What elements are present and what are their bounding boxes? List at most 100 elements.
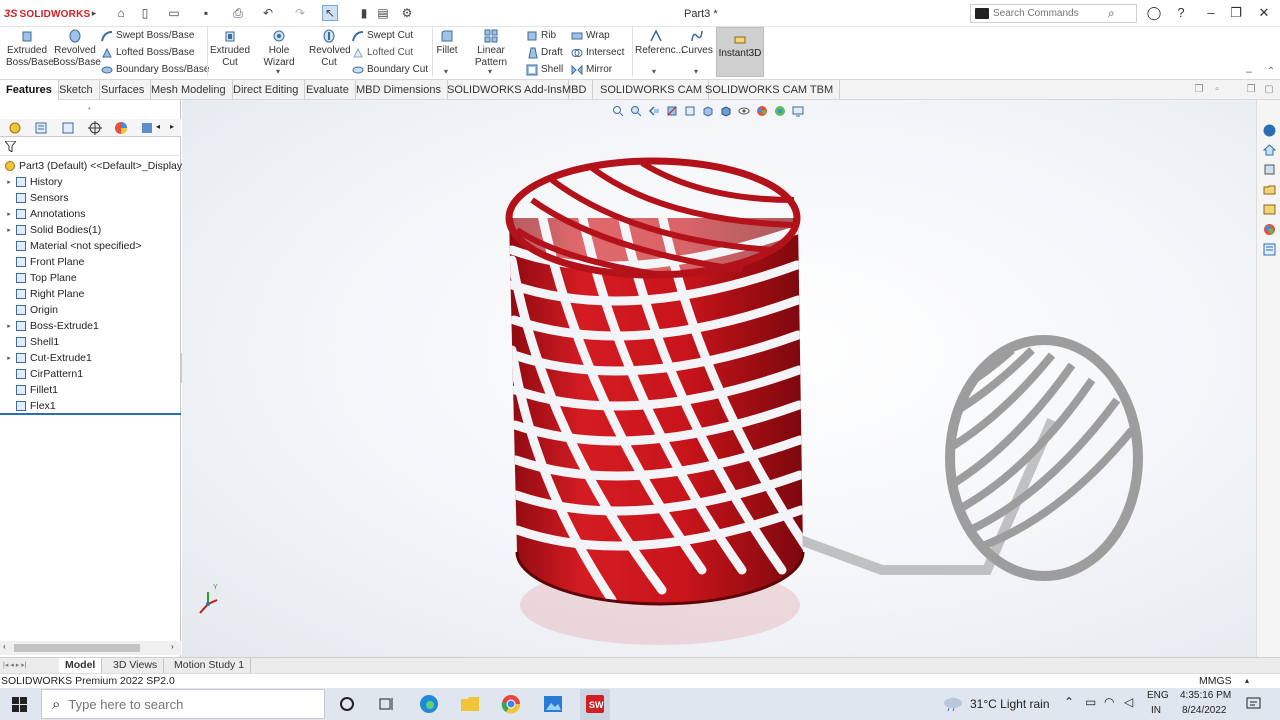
file-properties-icon[interactable]: ▤: [375, 5, 391, 21]
dimxpert-tab-icon[interactable]: [88, 121, 102, 135]
chrome-icon[interactable]: [501, 694, 521, 714]
solidworks-resources-icon[interactable]: [1263, 124, 1276, 137]
extruded-boss-button[interactable]: Extruded Boss/Base: [6, 29, 54, 69]
rollback-bar[interactable]: [0, 413, 181, 415]
edge-browser-icon[interactable]: [419, 694, 439, 714]
close-icon[interactable]: ✕: [1256, 5, 1272, 21]
tab-solidworks-add-ins[interactable]: SOLIDWORKS Add-Ins: [441, 80, 569, 100]
feature-manager-tab-icon[interactable]: [8, 121, 22, 135]
shell-button[interactable]: Shell: [526, 62, 563, 77]
units-dropdown-icon[interactable]: ▴: [1245, 674, 1249, 688]
tree-item[interactable]: Flex1: [0, 398, 56, 414]
task-view-icon[interactable]: [377, 694, 397, 714]
curves-button[interactable]: Curves: [681, 29, 713, 57]
curves-dropdown-icon[interactable]: ▾: [694, 67, 698, 76]
tree-item[interactable]: ▸ History: [0, 174, 62, 190]
notifications-icon[interactable]: [1246, 697, 1261, 711]
viewport-minimize-icon[interactable]: ▫: [1209, 82, 1225, 98]
file-explorer-icon[interactable]: [1263, 183, 1276, 196]
rib-button[interactable]: Rib: [526, 28, 556, 43]
select-arrow-icon[interactable]: ↖: [322, 5, 338, 21]
user-account-icon[interactable]: ◯: [1146, 5, 1162, 21]
appearances-icon[interactable]: [1263, 223, 1276, 236]
view-palette-icon[interactable]: [1263, 203, 1276, 216]
undo-icon[interactable]: ↶: [260, 5, 276, 21]
design-library-icon[interactable]: [1263, 163, 1276, 176]
display-manager-tab-icon[interactable]: [114, 121, 128, 135]
model-render[interactable]: Y: [182, 100, 1256, 657]
feature-tree-filter[interactable]: [0, 138, 181, 156]
options-gear-icon[interactable]: ⚙: [399, 5, 415, 21]
search-commands-box[interactable]: ⌕: [970, 4, 1137, 23]
show-hidden-icons-icon[interactable]: ⌃: [1064, 695, 1074, 709]
file-explorer-icon[interactable]: [460, 694, 480, 714]
photos-icon[interactable]: [543, 694, 563, 714]
tree-item[interactable]: Front Plane: [0, 254, 84, 270]
revolved-boss-button[interactable]: Revolved Boss/Base: [53, 29, 101, 69]
tab-mbd-dimensions[interactable]: MBD Dimensions: [350, 80, 448, 100]
revolved-cut-button[interactable]: Revolved Cut: [309, 29, 351, 69]
tab-mesh-modeling[interactable]: Mesh Modeling: [145, 80, 233, 100]
instant3d-button[interactable]: Instant3D: [716, 27, 764, 77]
clock-time[interactable]: 4:35:16 PM: [1180, 690, 1231, 701]
lofted-cut-button[interactable]: Lofted Cut: [352, 45, 413, 60]
menu-expand-icon[interactable]: ▸: [86, 5, 102, 21]
scroll-thumb[interactable]: [14, 644, 140, 652]
viewport-restore-icon[interactable]: ❐: [1243, 82, 1259, 98]
tab-features[interactable]: Features: [0, 80, 59, 100]
wifi-icon[interactable]: ◠: [1104, 695, 1114, 709]
property-manager-tab-icon[interactable]: [34, 121, 48, 135]
home-icon[interactable]: ⌂: [113, 5, 129, 21]
tree-item[interactable]: ▸ Annotations: [0, 206, 85, 222]
tab-scroll-first-icon[interactable]: |◂ ◂ ▸ ▸|: [3, 661, 27, 669]
save-icon[interactable]: ▪: [198, 5, 214, 21]
boundary-cut-button[interactable]: Boundary Cut: [352, 62, 428, 77]
search-icon[interactable]: ⌕: [1108, 6, 1115, 21]
taskbar-search-input[interactable]: [68, 696, 309, 712]
tab-direct-editing[interactable]: Direct Editing: [227, 80, 306, 100]
linear-pattern-dropdown-icon[interactable]: ▾: [488, 67, 492, 76]
help-icon[interactable]: ?: [1173, 5, 1189, 21]
scroll-left-icon[interactable]: ‹: [3, 642, 6, 651]
expand-arrow-icon[interactable]: ▸: [4, 322, 14, 330]
graphics-area[interactable]: Y: [182, 100, 1256, 657]
taskbar-search-box[interactable]: ⌕: [41, 689, 325, 719]
cam-tab-icon[interactable]: [140, 121, 154, 135]
tree-item[interactable]: ▸ Solid Bodies(1): [0, 222, 101, 238]
expand-arrow-icon[interactable]: ▸: [4, 354, 14, 362]
input-language-bottom[interactable]: IN: [1151, 705, 1161, 716]
input-language-top[interactable]: ENG: [1147, 690, 1169, 701]
weather-rain-icon[interactable]: [942, 696, 964, 712]
reference-dropdown-icon[interactable]: ▾: [652, 67, 656, 76]
reference-geometry-button[interactable]: Referenc...: [635, 29, 684, 57]
print-icon[interactable]: ⎙: [230, 5, 246, 21]
hole-wizard-button[interactable]: Hole Wizard: [254, 29, 304, 69]
mirror-button[interactable]: Mirror: [571, 62, 612, 77]
panel-grip-icon[interactable]: •: [88, 104, 91, 113]
boundary-boss-button[interactable]: Boundary Boss/Base: [101, 62, 209, 77]
tree-item[interactable]: CirPattern1: [0, 366, 83, 382]
tree-item[interactable]: Sensors: [0, 190, 69, 206]
fillet-button[interactable]: Fillet: [436, 29, 458, 57]
extruded-cut-button[interactable]: Extruded Cut: [210, 29, 250, 69]
traffic-light-icon[interactable]: ▮: [356, 5, 372, 21]
tab-solidworks-cam[interactable]: SOLIDWORKS CAM: [594, 80, 710, 100]
tree-root-part[interactable]: Part3 (Default) <<Default>_Display S: [0, 158, 192, 174]
swept-cut-button[interactable]: Swept Cut: [352, 28, 413, 43]
windows-start-icon[interactable]: [12, 697, 27, 712]
tree-item[interactable]: Fillet1: [0, 382, 58, 398]
solidworks-taskbar-button[interactable]: SW: [580, 689, 610, 720]
status-units[interactable]: MMGS: [1199, 674, 1232, 688]
viewport-maximize-icon[interactable]: ▢: [1261, 82, 1277, 98]
tree-item[interactable]: Shell1: [0, 334, 59, 350]
restore-icon[interactable]: ❐: [1228, 5, 1244, 21]
hole-wizard-dropdown-icon[interactable]: ▾: [276, 67, 280, 76]
home-icon[interactable]: [1263, 143, 1276, 156]
panel-scroll-left-icon[interactable]: ◂: [156, 122, 160, 131]
draft-button[interactable]: Draft: [526, 45, 563, 60]
linear-pattern-button[interactable]: Linear Pattern: [462, 29, 520, 69]
tree-item[interactable]: ▸ Cut-Extrude1: [0, 350, 92, 366]
lofted-boss-button[interactable]: Lofted Boss/Base: [101, 45, 194, 60]
swept-boss-button[interactable]: Swept Boss/Base: [101, 28, 194, 43]
redo-icon[interactable]: ↷: [292, 5, 308, 21]
